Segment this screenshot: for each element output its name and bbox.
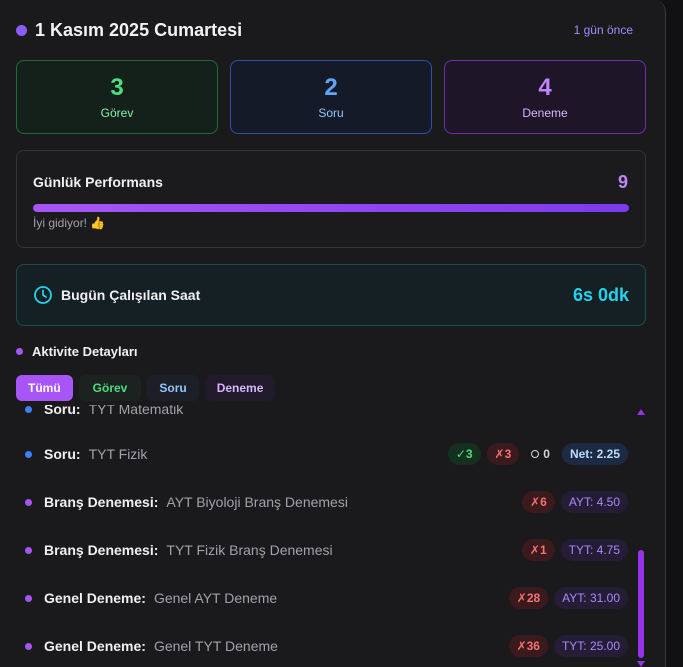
- filter-soru-button[interactable]: Soru: [147, 375, 199, 401]
- activity-kind: Genel Deneme:: [44, 590, 146, 606]
- performance-card: Günlük Performans 9 İyi gidiyor! 👍: [16, 150, 646, 248]
- page-title: 1 Kasım 2025 Cumartesi: [35, 19, 243, 40]
- activity-row[interactable]: Soru: TYT Matematik: [16, 405, 636, 433]
- activity-scrollbar[interactable]: [637, 409, 645, 667]
- activity-kind: Branş Denemesi:: [44, 494, 159, 510]
- exam-score-badge: TYT: 25.00: [553, 635, 628, 657]
- activity-badges: ✗36 TYT: 25.00: [508, 635, 628, 657]
- study-hours-label: Bugün Çalışılan Saat: [61, 287, 201, 303]
- activity-bullet: [25, 405, 32, 413]
- stat-value: 3: [110, 74, 124, 101]
- stat-label: Soru: [318, 106, 344, 120]
- activity-kind: Soru:: [44, 405, 81, 417]
- activity-description: TYT Fizik Branş Denemesi: [166, 542, 333, 558]
- activity-badges: ✗1 TYT: 4.75: [521, 539, 628, 561]
- net-score-badge: Net: 2.25: [561, 443, 628, 465]
- filter-gorev-button[interactable]: Görev: [78, 375, 142, 401]
- activity-description: TYT Fizik: [88, 446, 148, 462]
- wrong-count-badge: ✗28: [508, 587, 549, 609]
- summary-stats: 3 Görev 2 Soru 4 Deneme: [16, 60, 646, 134]
- scroll-thumb[interactable]: [638, 550, 644, 658]
- wrong-count-badge: ✗36: [508, 635, 548, 657]
- empty-circle-icon: [531, 450, 540, 458]
- header-dot: [16, 24, 27, 36]
- activity-description: Genel TYT Deneme: [153, 638, 278, 654]
- relative-time: 1 gün önce: [573, 23, 633, 37]
- activity-dot: [16, 348, 23, 355]
- exam-score-badge: TYT: 4.75: [560, 539, 628, 561]
- stat-label: Deneme: [522, 106, 568, 120]
- day-header: 1 Kasım 2025 Cumartesi 1 gün önce: [16, 18, 645, 42]
- filter-all-button[interactable]: Tümü: [16, 375, 73, 401]
- scroll-down-arrow-icon[interactable]: [637, 661, 645, 667]
- stat-label: Görev: [100, 106, 134, 120]
- stat-value: 2: [324, 74, 338, 101]
- activity-bullet: [25, 594, 32, 602]
- empty-count-badge: 0: [525, 443, 556, 465]
- stat-card-gorev: 3 Görev: [16, 60, 218, 134]
- empty-count-value: 0: [543, 447, 550, 461]
- activity-list[interactable]: Soru: TYT Matematik Soru: TYT Fizik ✓3 ✗3 0 Net…: [16, 405, 636, 667]
- stat-card-deneme: 4 Deneme: [444, 60, 646, 134]
- activity-kind: Genel Deneme:: [44, 638, 146, 654]
- stat-value: 4: [538, 74, 552, 101]
- activity-kind: Branş Denemesi:: [44, 542, 159, 558]
- activity-bullet: [25, 546, 32, 554]
- activity-bullet: [25, 642, 32, 650]
- activity-row[interactable]: Genel Deneme: Genel AYT Deneme ✗28 AYT: 31.…: [16, 574, 636, 622]
- activity-row[interactable]: Branş Denemesi: AYT Biyoloji Branş Deneme…: [16, 478, 636, 526]
- activity-description: Genel AYT Deneme: [153, 590, 278, 606]
- activity-title: Aktivite Detayları: [32, 344, 138, 359]
- activity-badges: ✗28 AYT: 31.00: [508, 587, 628, 609]
- performance-score: 9: [617, 172, 628, 192]
- activity-badges: ✓3 ✗3 0 Net: 2.25: [447, 443, 628, 465]
- wrong-count-badge: ✗1: [521, 539, 555, 561]
- wrong-count-badge: ✗6: [522, 491, 555, 513]
- activity-header: Aktivite Detayları: [16, 344, 138, 359]
- performance-title: Günlük Performans: [33, 174, 163, 190]
- stat-card-soru: 2 Soru: [230, 60, 432, 134]
- clock-icon: [34, 286, 52, 304]
- activity-badges: ✗6 AYT: 4.50: [522, 491, 628, 513]
- activity-bullet: [25, 498, 32, 506]
- filter-deneme-button[interactable]: Deneme: [204, 375, 276, 401]
- exam-score-badge: AYT: 31.00: [554, 587, 628, 609]
- study-hours-card: Bugün Çalışılan Saat 6s 0dk: [16, 264, 646, 326]
- day-detail-panel: 1 Kasım 2025 Cumartesi 1 gün önce 3 Göre…: [0, 0, 666, 667]
- study-hours-value: 6s 0dk: [572, 284, 629, 305]
- activity-kind: Soru:: [44, 446, 81, 462]
- wrong-count-badge: ✗3: [486, 443, 520, 465]
- correct-count-badge: ✓3: [447, 443, 481, 465]
- activity-row[interactable]: Genel Deneme: Genel TYT Deneme ✗36 TYT: 25.…: [16, 622, 636, 667]
- performance-progress-fill: [33, 204, 629, 212]
- activity-bullet: [25, 450, 32, 458]
- exam-score-badge: AYT: 4.50: [560, 491, 628, 513]
- activity-description: AYT Biyoloji Branş Denemesi: [166, 494, 348, 510]
- activity-row[interactable]: Branş Denemesi: TYT Fizik Branş Denemesi ✗…: [16, 526, 636, 574]
- performance-progress-track: [33, 204, 629, 212]
- performance-note: İyi gidiyor! 👍: [33, 216, 106, 230]
- activity-row[interactable]: Soru: TYT Fizik ✓3 ✗3 0 Net: 2.25: [16, 430, 636, 478]
- scroll-up-arrow-icon[interactable]: [637, 409, 645, 415]
- activity-description: TYT Matematik: [88, 405, 184, 417]
- activity-filters: Tümü Görev Soru Deneme: [16, 375, 276, 401]
